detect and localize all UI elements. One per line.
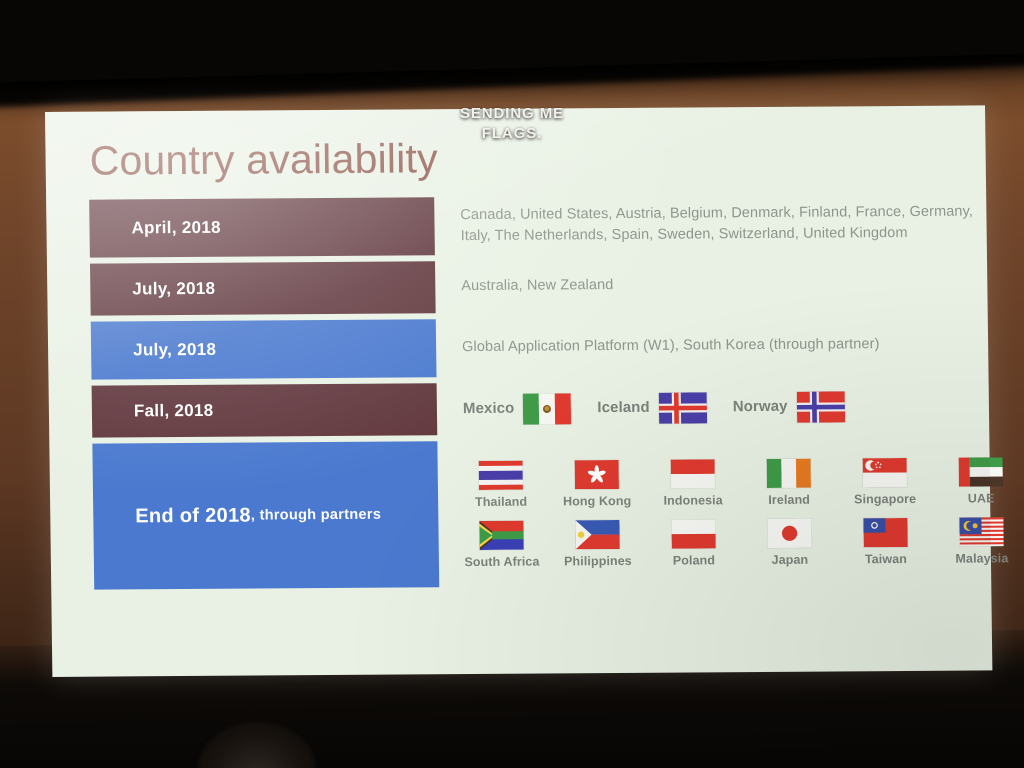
caption-line-2: FLAGS. [481,125,543,143]
malaysia-flag [959,517,1004,547]
flag-cell-southafrica: South Africa [464,520,540,572]
table-row: July, 2018 Global Application Platform (… [48,315,989,380]
country-name: Taiwan [864,551,908,567]
flag-cell-malaysia: Malaysia [944,517,1019,568]
projected-slide: Country availability April, 2018 Canada,… [45,105,1008,677]
row-label-text: Fall, 2018 [133,400,214,421]
flag-cell-uae: UAE [944,457,1019,508]
row-content-end-of-2018: Thailand Hong Kong Indonesia Ireland Sin… [437,437,1019,587]
row-label-text: July, 2018 [132,339,217,360]
philippines-flag [575,519,620,550]
flag-cell-ireland: Ireland [752,458,827,509]
flag-cell-hongkong: Hong Kong [560,459,635,511]
indonesia-flag [670,459,715,489]
hongkong-flag [574,459,619,490]
table-row: End of 2018, through partners Thailand H… [49,437,1008,590]
row-content-april-2018: Canada, United States, Austria, Belgium,… [460,203,974,245]
flag-pair-iceland: Iceland [597,391,707,424]
country-name: Norway [732,397,788,416]
row-label-text: July, 2018 [132,278,216,299]
row-label-july-2018-b: July, 2018 [90,319,437,380]
singapore-flag [862,457,907,488]
flag-cell-philippines: Philippines [560,519,635,571]
row-content-july-2018-a: Australia, New Zealand [461,277,614,295]
uae-flag [958,457,1003,487]
caption-overlay: SENDING ME FLAGS. [0,104,1024,145]
flag-cell-indonesia: Indonesia [656,459,731,510]
ireland-flag [766,458,811,488]
norway-flag [796,390,845,423]
taiwan-flag [863,517,908,548]
thailand-flag [478,460,523,490]
availability-table: April, 2018 Canada, United States, Austr… [46,193,1008,596]
table-row: July, 2018 Australia, New Zealand [47,257,988,316]
partner-flag-row-2: South Africa Philippines Poland Japan Ta… [464,517,1019,571]
partner-flag-row-1: Thailand Hong Kong Indonesia Ireland Sin… [464,457,1019,511]
country-name: Malaysia [955,551,1009,566]
flag-cell-japan: Japan [752,518,827,570]
country-name: Singapore [854,491,917,507]
caption-line-1: SENDING ME [459,105,564,122]
row-label-april-2018: April, 2018 [89,197,435,258]
country-name: Ireland [768,492,811,507]
row-content-july-2018-b: Global Application Platform (W1), South … [462,336,880,356]
row-label-july-2018-a: July, 2018 [89,261,436,316]
flag-pair-mexico: Mexico [462,392,572,425]
poland-flag [671,519,716,549]
country-name: Thailand [474,494,528,509]
flag-pair-norway: Norway [732,390,845,423]
row-label-text: End of 2018 [135,504,252,527]
country-name: Iceland [597,398,650,417]
row-label-fall-2018: Fall, 2018 [91,383,438,438]
flag-cell-singapore: Singapore [848,457,923,509]
japan-flag [767,518,812,548]
country-name: UAE [967,491,995,506]
flag-pair-list: Mexico Iceland Norway [462,390,845,425]
partner-flag-grid: Thailand Hong Kong Indonesia Ireland Sin… [464,453,1019,571]
flag-cell-taiwan: Taiwan [848,517,923,569]
flag-cell-poland: Poland [656,519,731,570]
row-label-suffix: , through partners [250,506,382,524]
country-name: Japan [771,552,809,567]
country-name: Philippines [563,553,632,569]
row-content-fall-2018: Mexico Iceland Norway [437,379,990,435]
country-name: South Africa [464,554,540,570]
flag-cell-thailand: Thailand [464,460,539,511]
mexico-flag [523,392,572,425]
row-label-end-of-2018: End of 2018, through partners [92,441,440,590]
country-name: Indonesia [663,493,723,508]
country-name: Hong Kong [562,493,632,509]
country-name: Poland [672,553,716,568]
southafrica-flag [479,520,524,550]
slide-surface: Country availability April, 2018 Canada,… [45,105,1008,677]
table-row: April, 2018 Canada, United States, Austr… [46,193,987,258]
table-row: Fall, 2018 Mexico Iceland Norway [49,379,990,438]
row-label-text: April, 2018 [131,217,221,238]
country-name: Mexico [462,399,515,418]
iceland-flag [658,391,707,424]
